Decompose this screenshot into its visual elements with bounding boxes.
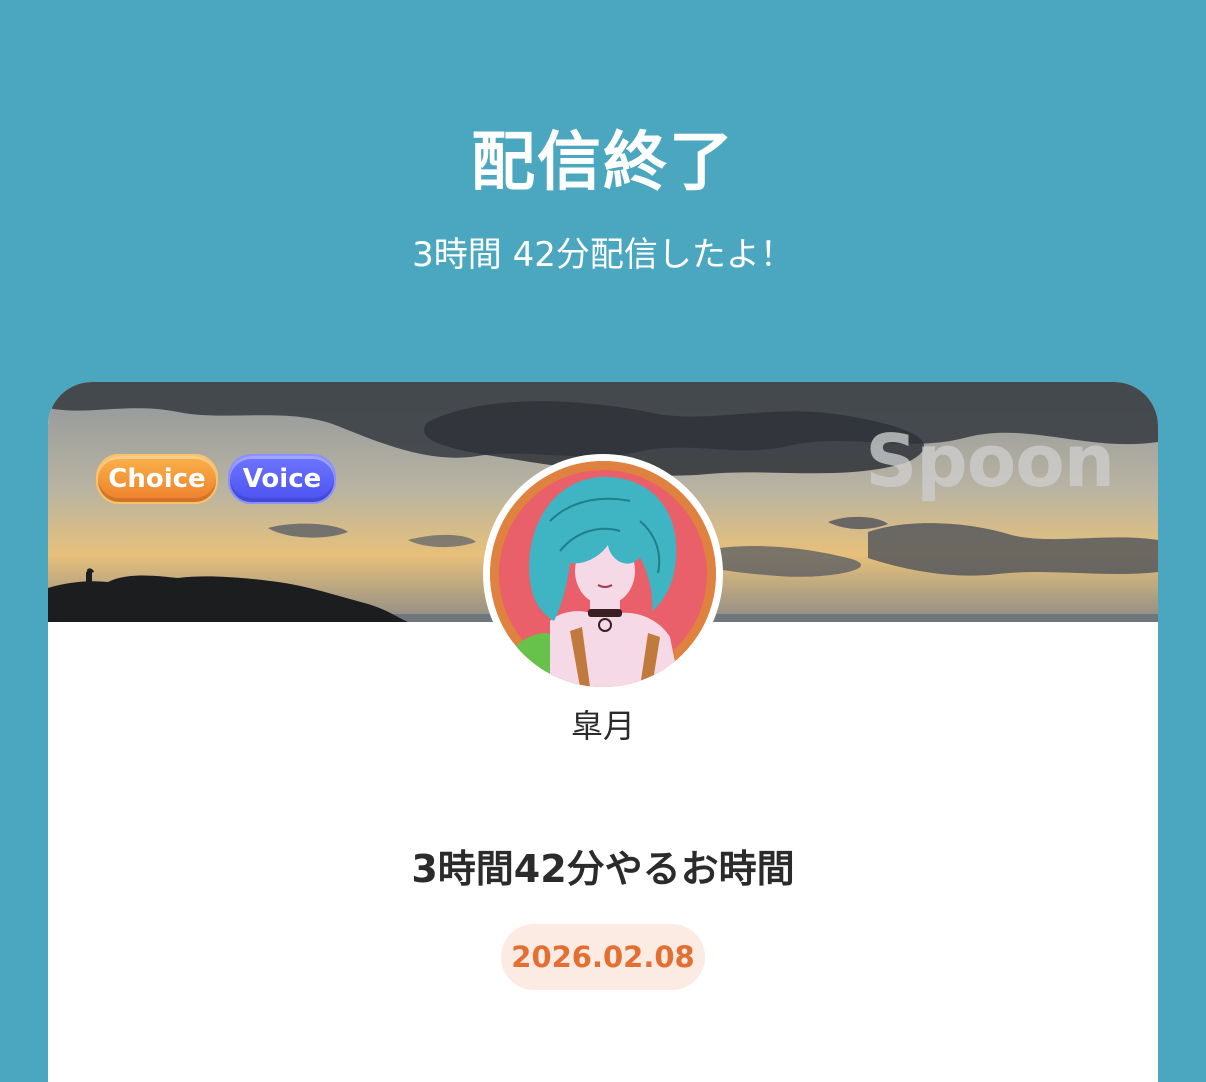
host-username[interactable]: 皐月 <box>48 704 1158 748</box>
avatar[interactable] <box>483 454 723 694</box>
voice-badge: Voice <box>228 454 336 504</box>
broadcast-date-badge: 2026.02.08 <box>501 924 705 990</box>
avatar-image <box>490 461 716 687</box>
broadcast-summary-card: Choice Voice Spoon 皐月 3時間42分やるお時間 2026.0… <box>48 382 1158 1082</box>
broadcast-duration-message: 3時間 42分配信したよ！ <box>412 235 794 275</box>
page-title: 配信終了 <box>471 126 735 200</box>
choice-badge: Choice <box>96 454 218 504</box>
broadcast-title: 3時間42分やるお時間 <box>411 847 795 891</box>
spoon-logo: Spoon <box>865 419 1115 503</box>
